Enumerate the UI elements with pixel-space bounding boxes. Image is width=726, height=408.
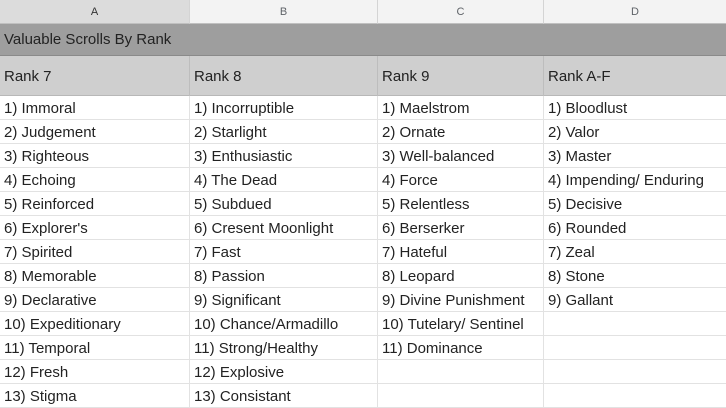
table-row: 3) Righteous 3) Enthusiastic 3) Well-balan… [0,144,726,168]
table-cell[interactable]: 4) Force [378,168,544,192]
table-cell[interactable]: 9) Divine Punishment [378,288,544,312]
table-cell[interactable]: 3) Righteous [0,144,190,168]
table-cell[interactable]: 6) Rounded [544,216,726,240]
table-cell[interactable]: 5) Subdued [190,192,378,216]
rank-header-cell[interactable]: Rank 7 [0,56,190,96]
table-cell[interactable]: 6) Berserker [378,216,544,240]
table-cell[interactable]: 11) Strong/Healthy [190,336,378,360]
column-header-b[interactable]: B [190,0,378,24]
table-cell[interactable] [544,312,726,336]
table-cell[interactable]: 7) Fast [190,240,378,264]
table-cell[interactable]: 3) Enthusiastic [190,144,378,168]
table-cell[interactable]: 7) Spirited [0,240,190,264]
table-cell[interactable]: 10) Expeditionary [0,312,190,336]
table-row: 11) Temporal 11) Strong/Healthy 11) Domina… [0,336,726,360]
table-cell[interactable]: 9) Declarative [0,288,190,312]
table-cell[interactable]: 13) Stigma [0,384,190,408]
table-cell[interactable]: 1) Bloodlust [544,96,726,120]
table-cell[interactable]: 1) Immoral [0,96,190,120]
column-header-a[interactable]: A [0,0,190,24]
table-row: 10) Expeditionary 10) Chance/Armadillo 10)… [0,312,726,336]
table-cell[interactable]: 10) Tutelary/ Sentinel [378,312,544,336]
table-cell[interactable]: 2) Valor [544,120,726,144]
table-cell[interactable]: 5) Reinforced [0,192,190,216]
table-cell[interactable]: 7) Zeal [544,240,726,264]
table-cell[interactable]: 7) Hateful [378,240,544,264]
column-header-d[interactable]: D [544,0,726,24]
table-row: 7) Spirited 7) Fast 7) Hateful 7) Zeal [0,240,726,264]
table-cell[interactable]: 2) Starlight [190,120,378,144]
rank-header-cell[interactable]: Rank 8 [190,56,378,96]
table-cell[interactable]: 9) Significant [190,288,378,312]
rank-header-cell[interactable]: Rank 9 [378,56,544,96]
table-cell[interactable]: 2) Judgement [0,120,190,144]
table-cell[interactable]: 4) Impending/ Enduring [544,168,726,192]
table-cell[interactable]: 12) Explosive [190,360,378,384]
table-cell[interactable]: 9) Gallant [544,288,726,312]
table-cell[interactable]: 3) Master [544,144,726,168]
table-cell[interactable]: 4) Echoing [0,168,190,192]
table-cell[interactable] [544,360,726,384]
column-header-c[interactable]: C [378,0,544,24]
table-cell[interactable]: 10) Chance/Armadillo [190,312,378,336]
table-cell[interactable] [378,360,544,384]
table-row: 2) Judgement 2) Starlight 2) Ornate 2) Valo… [0,120,726,144]
table-row: 9) Declarative 9) Significant 9) Divine Pu… [0,288,726,312]
table-cell[interactable]: 5) Relentless [378,192,544,216]
title-cell[interactable]: Valuable Scrolls By Rank [0,24,726,56]
table-cell[interactable]: 2) Ornate [378,120,544,144]
table-cell[interactable]: 1) Maelstrom [378,96,544,120]
table-cell[interactable]: 1) Incorruptible [190,96,378,120]
table-row: 13) Stigma 13) Consistant [0,384,726,408]
table-row: 6) Explorer's 6) Cresent Moonlight 6) Bers… [0,216,726,240]
table-cell[interactable]: 6) Explorer's [0,216,190,240]
table-row: 4) Echoing 4) The Dead 4) Force 4) Impendin… [0,168,726,192]
table-cell[interactable]: 8) Memorable [0,264,190,288]
table-cell[interactable]: 13) Consistant [190,384,378,408]
table-row: 12) Fresh 12) Explosive [0,360,726,384]
table-cell[interactable]: 4) The Dead [190,168,378,192]
spreadsheet: A B C D Valuable Scrolls By Rank Rank 7 … [0,0,726,408]
table-cell[interactable]: 11) Temporal [0,336,190,360]
table-cell[interactable]: 12) Fresh [0,360,190,384]
table-row: 8) Memorable 8) Passion 8) Leopard 8) Stone [0,264,726,288]
rank-header-cell[interactable]: Rank A-F [544,56,726,96]
table-cell[interactable]: 11) Dominance [378,336,544,360]
table-cell[interactable]: 5) Decisive [544,192,726,216]
table-cell[interactable] [544,336,726,360]
table-cell[interactable]: 8) Passion [190,264,378,288]
table-cell[interactable]: 3) Well-balanced [378,144,544,168]
table-cell[interactable] [378,384,544,408]
table-row: 5) Reinforced 5) Subdued 5) Relentless 5) D… [0,192,726,216]
table-row: 1) Immoral 1) Incorruptible 1) Maelstrom 1)… [0,96,726,120]
table-cell[interactable] [544,384,726,408]
table-cell[interactable]: 6) Cresent Moonlight [190,216,378,240]
rank-header-row: Rank 7 Rank 8 Rank 9 Rank A-F [0,56,726,96]
table-cell[interactable]: 8) Leopard [378,264,544,288]
table-cell[interactable]: 8) Stone [544,264,726,288]
